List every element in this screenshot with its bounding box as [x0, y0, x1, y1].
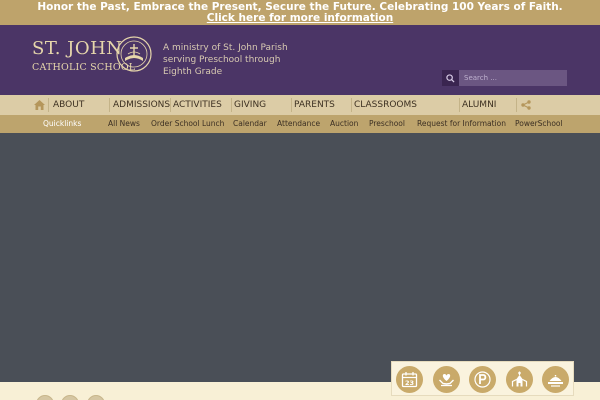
- nav-divider: [291, 98, 292, 112]
- quicklinks-bar: Quicklinks All News Order School Lunch C…: [0, 115, 600, 133]
- nav-divider: [351, 98, 352, 112]
- quicklink-auction[interactable]: Auction: [330, 115, 358, 133]
- quicklink-attendance[interactable]: Attendance: [277, 115, 320, 133]
- nav-divider: [109, 98, 110, 112]
- nav-item-admissions[interactable]: ADMISSIONS: [113, 95, 170, 115]
- parish-button[interactable]: [506, 366, 533, 393]
- hero-area: [0, 133, 600, 382]
- nav-item-alumni[interactable]: ALUMNI: [462, 95, 496, 115]
- nav-item-about[interactable]: ABOUT: [53, 95, 84, 115]
- nav-divider: [459, 98, 460, 112]
- nav-divider: [48, 98, 49, 112]
- logo-name: ST. JOHN: [32, 38, 123, 59]
- lunch-icon: [548, 375, 563, 387]
- nav-item-activities[interactable]: ACTIVITIES: [173, 95, 222, 115]
- quicklink-powerschool[interactable]: PowerSchool: [515, 115, 563, 133]
- search-button[interactable]: [442, 70, 459, 86]
- calendar-day: 23: [405, 379, 414, 387]
- powerschool-button[interactable]: [469, 366, 496, 393]
- search-form: [442, 70, 567, 86]
- giving-button[interactable]: [433, 366, 460, 393]
- quicklink-all-news[interactable]: All News: [108, 115, 140, 133]
- calendar-button[interactable]: 23: [396, 366, 423, 393]
- quick-icon-bar: 23: [391, 361, 574, 396]
- nav-item-giving[interactable]: GIVING: [234, 95, 266, 115]
- announcement-link[interactable]: Click here for more information: [0, 13, 600, 24]
- share-icon[interactable]: [521, 100, 531, 110]
- calendar-icon: 23: [401, 372, 418, 388]
- nav-item-classrooms[interactable]: CLASSROOMS: [354, 95, 417, 115]
- school-seal-icon: [116, 36, 152, 72]
- quicklink-order-lunch[interactable]: Order School Lunch: [151, 115, 224, 133]
- church-icon: [511, 371, 528, 387]
- nav-divider: [516, 98, 517, 112]
- home-icon[interactable]: [34, 100, 45, 110]
- site-header: ST. JOHN CATHOLIC SCHOOL A ministry of S…: [0, 25, 600, 95]
- quicklink-calendar[interactable]: Calendar: [233, 115, 267, 133]
- main-nav: ABOUT ADMISSIONS ACTIVITIES GIVING PAREN…: [0, 95, 600, 115]
- school-tagline: A ministry of St. John Parish serving Pr…: [163, 43, 288, 77]
- quicklinks-label[interactable]: Quicklinks: [43, 115, 81, 133]
- search-icon: [446, 73, 455, 83]
- powerschool-icon: [474, 371, 491, 388]
- nav-item-parents[interactable]: PARENTS: [294, 95, 335, 115]
- quicklink-request-info[interactable]: Request for Information: [417, 115, 506, 133]
- lunch-button[interactable]: [542, 366, 569, 393]
- announcement-bar: Honor the Past, Embrace the Present, Sec…: [0, 0, 600, 25]
- heart-hands-icon: [439, 374, 454, 387]
- nav-divider: [231, 98, 232, 112]
- nav-divider: [170, 98, 171, 112]
- quicklink-preschool[interactable]: Preschool: [369, 115, 405, 133]
- search-input[interactable]: [459, 70, 567, 86]
